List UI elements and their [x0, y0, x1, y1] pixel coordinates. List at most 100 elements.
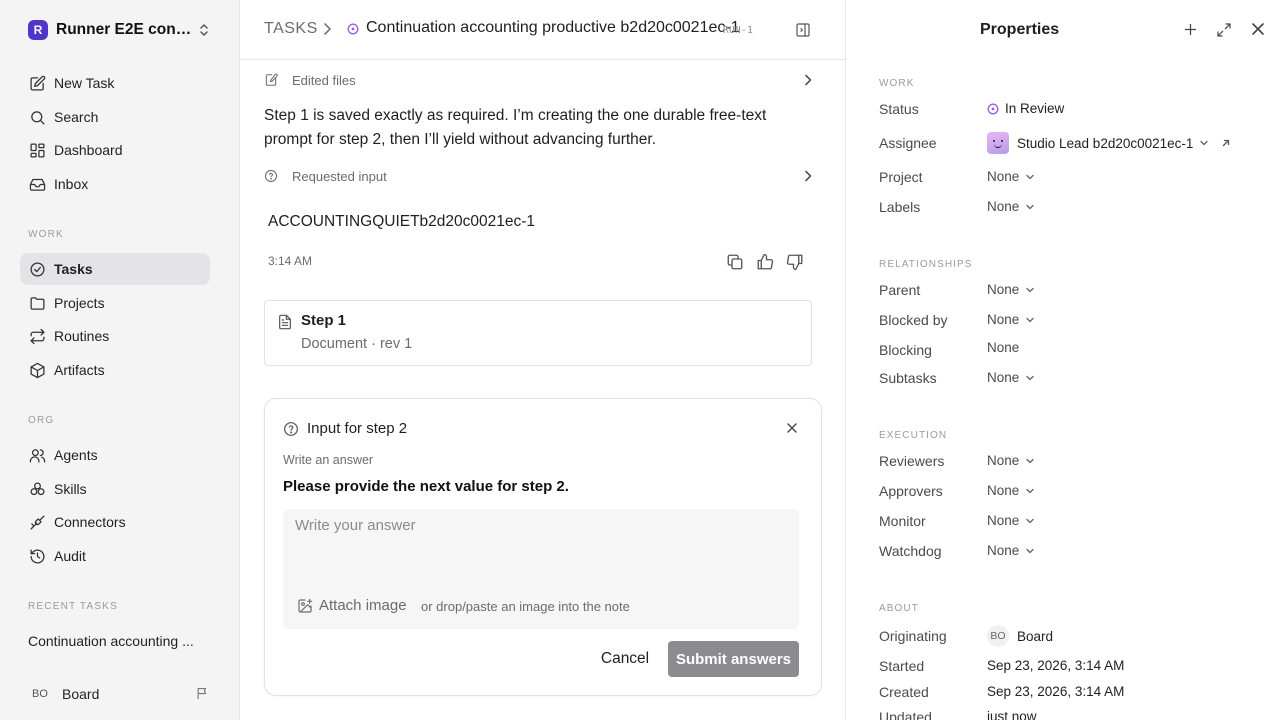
nav-label: Search — [54, 109, 99, 125]
input-card-title: Input for step 2 — [307, 420, 408, 437]
requested-input-row[interactable]: Requested input — [264, 165, 812, 187]
blocking-label: Blocking — [879, 342, 932, 358]
monitor-value: None — [987, 513, 1020, 528]
workspace-switcher[interactable]: R Runner E2E conti... — [28, 18, 214, 42]
breadcrumb: TASKS Continuation accounting productive… — [240, 0, 845, 60]
nav-audit[interactable]: Audit — [20, 540, 210, 572]
created-value: Sep 23, 2026, 3:14 AM — [987, 684, 1125, 699]
section-label-recent: RECENT TASKS — [28, 601, 118, 612]
nav-label: Connectors — [54, 514, 126, 530]
plug-icon — [28, 513, 46, 531]
user-name: Board — [62, 686, 100, 702]
nav-routines[interactable]: Routines — [20, 320, 210, 352]
nav-connectors[interactable]: Connectors — [20, 506, 210, 538]
answer-input[interactable] — [295, 517, 785, 577]
originating-value: Board — [1017, 628, 1054, 644]
reviewers-value: None — [987, 453, 1020, 468]
status-value: In Review — [1005, 101, 1065, 116]
help-circle-icon — [264, 169, 284, 183]
nav-dashboard[interactable]: Dashboard — [20, 134, 210, 166]
recent-task-item[interactable]: Continuation accounting ... — [28, 633, 206, 649]
labels-label: Labels — [879, 199, 921, 215]
nav-artifacts[interactable]: Artifacts — [20, 354, 210, 386]
parent-value: None — [987, 282, 1020, 297]
attach-image-label: Attach image — [319, 597, 407, 614]
page-title: Continuation accounting productive b2d20… — [366, 19, 740, 36]
workspace-logo: R — [28, 20, 48, 40]
nav-label: Artifacts — [54, 362, 105, 378]
sidebar-panel-toggle-icon[interactable] — [795, 22, 811, 38]
breadcrumb-tasks[interactable]: TASKS — [264, 20, 318, 38]
chevron-down-icon — [1025, 373, 1035, 383]
labels-select[interactable]: None — [987, 199, 1035, 214]
copy-icon[interactable] — [726, 253, 744, 271]
submitted-answer: ACCOUNTINGQUIETb2d20c0021ec-1 — [268, 213, 536, 230]
subtasks-label: Subtasks — [879, 370, 937, 386]
answer-box: Attach image or drop/paste an image into… — [283, 509, 799, 629]
project-select[interactable]: None — [987, 169, 1035, 184]
nav-label: Tasks — [54, 261, 93, 277]
avatar: BO — [987, 625, 1009, 647]
nav-agents[interactable]: Agents — [20, 439, 210, 471]
attach-image-button[interactable]: Attach image — [297, 597, 407, 614]
blocked-by-value: None — [987, 312, 1020, 327]
edited-files-label: Edited files — [292, 72, 356, 88]
updated-value: just now — [987, 709, 1037, 720]
flag-icon[interactable] — [195, 686, 210, 701]
parent-label: Parent — [879, 282, 921, 298]
parent-select[interactable]: None — [987, 282, 1035, 297]
help-circle-icon — [283, 421, 299, 437]
inbox-icon — [28, 175, 46, 193]
nav-label: Dashboard — [54, 142, 123, 158]
approvers-value: None — [987, 483, 1020, 498]
thumbs-up-icon[interactable] — [756, 253, 774, 271]
watchdog-select[interactable]: None — [987, 543, 1035, 558]
external-link-icon[interactable] — [1221, 138, 1231, 148]
document-card[interactable]: Step 1 Document · rev 1 — [264, 300, 812, 366]
section-label-about: ABOUT — [879, 603, 919, 614]
monitor-select[interactable]: None — [987, 513, 1035, 528]
image-plus-icon — [297, 598, 313, 614]
section-label-execution: EXECUTION — [879, 430, 948, 441]
expand-icon[interactable] — [1216, 22, 1232, 38]
approvers-label: Approvers — [879, 483, 943, 499]
chevron-down-icon — [1199, 138, 1209, 148]
close-icon[interactable] — [1251, 22, 1265, 36]
monitor-label: Monitor — [879, 513, 926, 529]
attach-hint: or drop/paste an image into the note — [421, 599, 630, 614]
chevron-down-icon — [1025, 172, 1035, 182]
document-title: Step 1 — [301, 312, 347, 329]
folder-icon — [28, 294, 46, 312]
blocked-by-select[interactable]: None — [987, 312, 1035, 327]
reviewers-select[interactable]: None — [987, 453, 1035, 468]
input-question: Please provide the next value for step 2… — [283, 478, 569, 495]
avatar: BO — [32, 688, 48, 700]
nav-label: Inbox — [54, 176, 89, 192]
run-badge: RUN-1 — [723, 25, 754, 36]
nav-skills[interactable]: Skills — [20, 473, 210, 505]
approvers-select[interactable]: None — [987, 483, 1035, 498]
submit-answers-button[interactable]: Submit answers — [668, 641, 799, 677]
plus-icon[interactable] — [1183, 22, 1198, 37]
updated-label: Updated — [879, 709, 932, 720]
cancel-button[interactable]: Cancel — [595, 641, 655, 677]
nav-inbox[interactable]: Inbox — [20, 168, 210, 200]
edited-files-row[interactable]: Edited files — [264, 69, 812, 91]
project-value: None — [987, 169, 1020, 184]
properties-title: Properties — [980, 21, 1060, 38]
watchdog-label: Watchdog — [879, 543, 942, 559]
chevron-right-icon — [804, 74, 812, 86]
nav-new-task[interactable]: New Task — [20, 67, 210, 99]
user-menu[interactable]: BO Board — [28, 684, 214, 704]
close-icon[interactable] — [787, 423, 797, 433]
nav-search[interactable]: Search — [20, 101, 210, 133]
nav-projects[interactable]: Projects — [20, 287, 210, 319]
subtasks-select[interactable]: None — [987, 370, 1035, 385]
chevron-down-icon — [1025, 315, 1035, 325]
nav-tasks[interactable]: Tasks — [20, 253, 210, 285]
workspace-name: Runner E2E conti... — [56, 21, 194, 38]
assignee-select[interactable]: Studio Lead b2d20c0021ec-1 — [987, 132, 1231, 154]
thumbs-down-icon[interactable] — [786, 253, 804, 271]
started-value: Sep 23, 2026, 3:14 AM — [987, 658, 1125, 673]
status-select[interactable]: In Review — [987, 101, 1064, 116]
